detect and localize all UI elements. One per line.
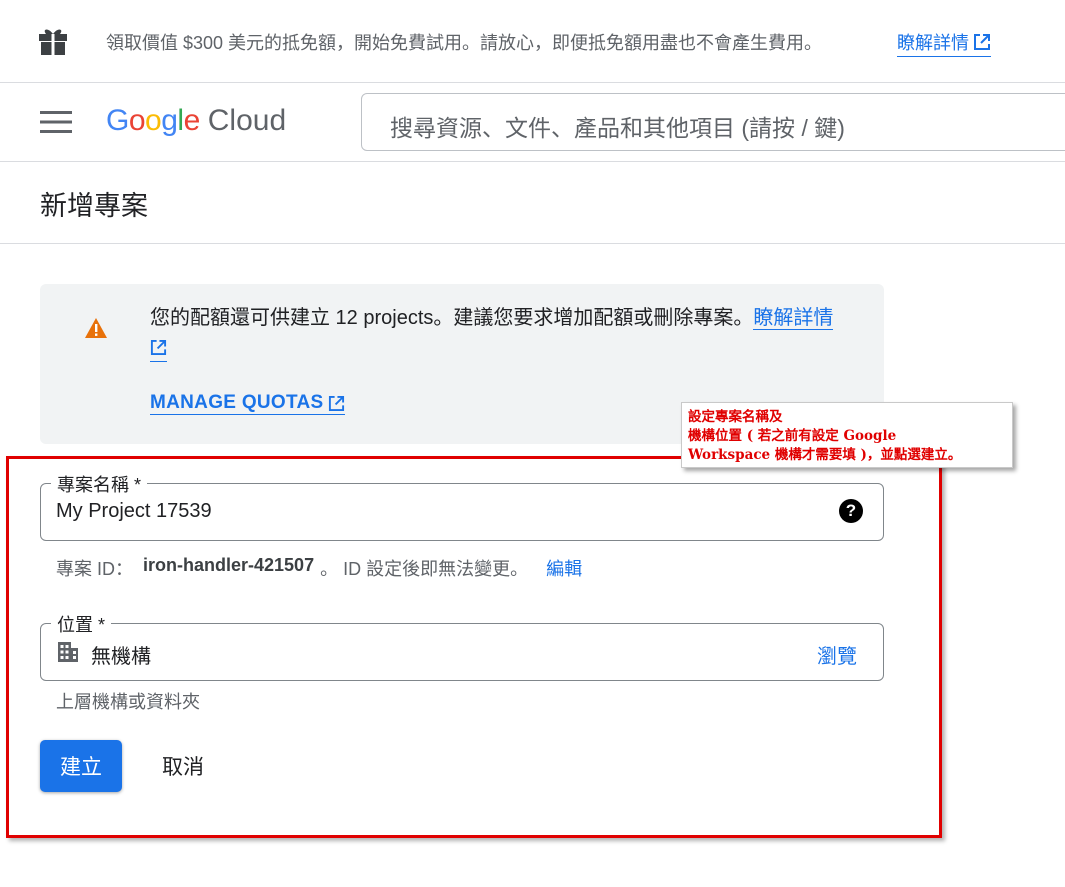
help-icon[interactable]: ? bbox=[839, 499, 863, 523]
cancel-button[interactable]: 取消 bbox=[145, 740, 221, 792]
annotation-line-3: Workspace 機構才需要填 )，並點選建立。 bbox=[688, 447, 962, 463]
create-button[interactable]: 建立 bbox=[40, 740, 122, 792]
project-name-label: 專案名稱 * bbox=[51, 471, 148, 497]
open-in-new-icon bbox=[328, 395, 344, 411]
project-id-line: 專案 ID： iron-handler-421507 。 ID 設定後即無法變更… bbox=[56, 555, 582, 581]
project-name-value: My Project 17539 bbox=[56, 500, 212, 522]
location-field[interactable]: 位置 * 無機構 瀏覽 bbox=[40, 611, 884, 681]
location-label: 位置 * bbox=[51, 611, 112, 637]
project-name-field[interactable]: 專案名稱 * My Project 17539 ? bbox=[40, 471, 884, 541]
quota-message: 您的配額還可供建立 12 projects。建議您要求增加配額或刪除專案。瞭解詳… bbox=[150, 302, 850, 366]
project-id-value: iron-handler-421507 bbox=[143, 555, 315, 575]
menu-icon[interactable] bbox=[40, 111, 72, 133]
search-placeholder: 搜尋資源、文件、產品和其他項目 (請按 / 鍵) bbox=[390, 115, 845, 141]
annotation-callout: 設定專案名稱及 機構位置 ( 若之前有設定 Google Workspace 機… bbox=[681, 402, 1013, 468]
promo-text: 領取價值 $300 美元的抵免額，開始免費試用。請放心，即便抵免額用盡也不會產生… bbox=[106, 33, 823, 53]
manage-quotas-label: MANAGE QUOTAS bbox=[150, 392, 324, 413]
gift-icon bbox=[39, 29, 67, 55]
quota-learn-more-label: 瞭解詳情 bbox=[753, 307, 834, 329]
search-input[interactable]: 搜尋資源、文件、產品和其他項目 (請按 / 鍵) bbox=[361, 93, 1065, 151]
browse-button[interactable]: 瀏覽 bbox=[817, 640, 857, 669]
google-cloud-logo[interactable]: Google Cloud bbox=[106, 101, 286, 141]
annotation-line-2: 機構位置 ( 若之前有設定 Google bbox=[688, 428, 897, 444]
open-in-new-icon bbox=[150, 339, 167, 356]
quota-message-text: 您的配額還可供建立 12 projects。建議您要求增加配額或刪除專案。 bbox=[150, 307, 754, 329]
warning-icon bbox=[85, 318, 107, 338]
page-title: 新增專案 bbox=[40, 191, 148, 221]
manage-quotas-link[interactable]: MANAGE QUOTAS bbox=[150, 392, 345, 415]
promo-link-label: 瞭解詳情 bbox=[897, 33, 969, 53]
annotation-line-1: 設定專案名稱及 bbox=[688, 409, 783, 425]
logo-cloud-text: Cloud bbox=[207, 104, 287, 137]
project-id-suffix: 。 ID 設定後即無法變更。 bbox=[320, 559, 529, 579]
top-header: Google Cloud 搜尋資源、文件、產品和其他項目 (請按 / 鍵) bbox=[0, 83, 1065, 162]
open-in-new-icon bbox=[974, 34, 990, 50]
logo-google-text: Google bbox=[106, 104, 200, 137]
building-icon bbox=[58, 642, 78, 662]
page-title-bar: 新增專案 bbox=[0, 162, 1065, 244]
project-id-prefix: 專案 ID： bbox=[56, 559, 134, 579]
location-hint: 上層機構或資料夾 bbox=[56, 692, 200, 712]
location-value: 無機構 bbox=[91, 646, 151, 668]
edit-project-id-link[interactable]: 編輯 bbox=[546, 555, 582, 581]
promo-banner: 領取價值 $300 美元的抵免額，開始免費試用。請放心，即便抵免額用盡也不會產生… bbox=[0, 0, 1065, 83]
promo-learn-more-link[interactable]: 瞭解詳情 bbox=[897, 29, 991, 57]
